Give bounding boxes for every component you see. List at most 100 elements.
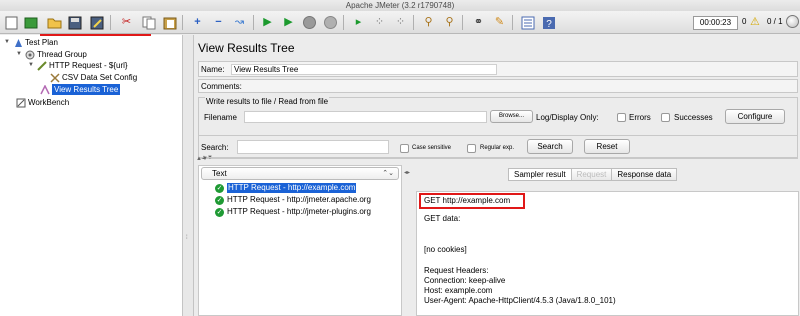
header-line: User-Agent: Apache-HttpClient/4.5.3 (Jav…: [424, 296, 616, 305]
page-title: View Results Tree: [198, 41, 295, 55]
tree-node-test-plan[interactable]: ▼ Test Plan: [4, 37, 58, 48]
search-label: Search:: [201, 143, 229, 152]
remote-start-icon[interactable]: ▸: [350, 14, 367, 31]
renderer-select[interactable]: Text ⌃⌄: [201, 167, 399, 180]
search-icon[interactable]: ⚭: [470, 14, 487, 31]
name-field[interactable]: [231, 64, 497, 75]
clear-all-icon[interactable]: ⚲: [441, 14, 458, 31]
errors-checkbox[interactable]: [617, 113, 626, 122]
remote-shutdown-icon[interactable]: ⁘: [392, 14, 409, 31]
case-sensitive-label: Case sensitive: [412, 145, 452, 151]
result-detail-panel: Sampler result Request Response data GET…: [412, 165, 799, 316]
tab-request[interactable]: Request: [570, 168, 613, 181]
window-title: Apache JMeter (3.2 r1790748): [0, 0, 800, 11]
toggle-icon[interactable]: ↝: [231, 14, 248, 31]
elapsed-timer: 00:00:23: [693, 16, 738, 30]
test-plan-tree: ▼ Test Plan ▼ Thread Group ▼ HTTP Reques…: [0, 35, 183, 316]
save-icon[interactable]: [66, 14, 83, 31]
tree-node-csv-data-set[interactable]: CSV Data Set Config: [50, 72, 137, 83]
thread-group-icon: [25, 50, 35, 60]
request-line: GET http://example.com: [424, 196, 511, 205]
cut-icon[interactable]: ✂: [118, 14, 135, 31]
warning-icon[interactable]: ⚠: [750, 16, 763, 28]
paste-icon[interactable]: [161, 14, 178, 31]
success-icon: ✓: [215, 195, 224, 205]
success-icon: ✓: [215, 183, 224, 193]
regex-checkbox[interactable]: [467, 144, 476, 153]
headers-label: Request Headers:: [424, 266, 489, 275]
comments-row[interactable]: Comments:: [198, 79, 798, 93]
tree-node-http-request[interactable]: ▼ HTTP Request - ${url}: [28, 60, 128, 71]
tab-response-data[interactable]: Response data: [611, 168, 678, 181]
results-list: Text ⌃⌄ ✓ HTTP Request - http://example.…: [198, 165, 402, 316]
save-as-icon[interactable]: [88, 14, 105, 31]
expanded-icon[interactable]: ▼: [16, 49, 23, 60]
expand-icon[interactable]: +: [189, 14, 206, 31]
collapse-icon[interactable]: −: [210, 14, 227, 31]
view-results-tree-panel: View Results Tree Name: Comments: Write …: [193, 35, 800, 316]
remote-stop-icon[interactable]: ⁘: [371, 14, 388, 31]
log-display-label: Log/Display Only:: [536, 113, 599, 122]
open-icon[interactable]: [46, 14, 63, 31]
search-button[interactable]: Search: [527, 139, 573, 154]
expanded-icon[interactable]: ▼: [28, 60, 35, 71]
sampler-icon: [37, 60, 47, 71]
listener-icon: [40, 84, 50, 95]
cookies-line: [no cookies]: [424, 245, 467, 254]
shutdown-icon[interactable]: [322, 14, 339, 31]
expanded-icon[interactable]: ▼: [4, 37, 11, 48]
name-row: Name:: [198, 61, 798, 77]
start-no-timers-icon[interactable]: ▶: [280, 14, 297, 31]
reset-button[interactable]: Reset: [584, 139, 630, 154]
list-item[interactable]: ✓ HTTP Request - http://jmeter-plugins.o…: [215, 207, 371, 217]
chevron-updown-icon: ⌃⌄: [382, 170, 394, 177]
successes-checkbox[interactable]: [661, 113, 670, 122]
templates-icon[interactable]: [22, 14, 39, 31]
function-helper-icon[interactable]: [519, 14, 536, 31]
list-item[interactable]: ✓ HTTP Request - http://jmeter.apache.or…: [215, 195, 371, 205]
svg-text:?: ?: [546, 19, 552, 30]
regex-label: Regular exp.: [480, 145, 515, 151]
tree-splitter[interactable]: ⁞: [183, 35, 193, 316]
errors-label: Errors: [629, 113, 651, 122]
search-input[interactable]: [237, 140, 389, 154]
configure-button[interactable]: Configure: [725, 109, 785, 124]
config-icon: [50, 72, 60, 83]
new-icon[interactable]: [3, 14, 20, 31]
results-splitter[interactable]: ◂▸: [402, 165, 412, 316]
remote-status-icon: [786, 15, 799, 28]
tree-node-thread-group[interactable]: ▼ Thread Group: [16, 49, 87, 60]
result-text-area[interactable]: GET http://example.com GET data: [no coo…: [416, 191, 799, 316]
comments-label: Comments:: [201, 82, 242, 91]
write-results-legend: Write results to file / Read from file: [205, 97, 330, 106]
list-item[interactable]: ✓ HTTP Request - http://example.com: [215, 183, 357, 193]
clear-icon[interactable]: ⚲: [420, 14, 437, 31]
reset-search-icon[interactable]: ✎: [491, 14, 508, 31]
result-tabs: Sampler result Request Response data: [508, 168, 678, 181]
active-threads: 0 / 1: [767, 17, 783, 26]
help-icon[interactable]: ?: [540, 14, 557, 31]
filename-label: Filename: [204, 113, 237, 122]
success-icon: ✓: [215, 207, 224, 217]
tree-node-workbench[interactable]: WorkBench: [16, 97, 69, 108]
filename-field[interactable]: [244, 111, 487, 123]
case-sensitive-checkbox[interactable]: [400, 144, 409, 153]
warning-count: 0: [742, 17, 747, 26]
test-plan-icon: [13, 38, 23, 48]
stop-icon[interactable]: [301, 14, 318, 31]
header-line: Connection: keep-alive: [424, 276, 506, 285]
browse-button[interactable]: Browse...: [490, 110, 533, 123]
copy-icon[interactable]: [140, 14, 157, 31]
tree-node-view-results-tree[interactable]: View Results Tree: [40, 84, 121, 95]
collapse-arrows-icon[interactable]: ▲▼: [196, 156, 208, 162]
successes-label: Successes: [674, 113, 713, 122]
header-line: Host: example.com: [424, 286, 493, 295]
get-data-line: GET data:: [424, 214, 461, 223]
tab-sampler-result[interactable]: Sampler result: [508, 168, 572, 181]
toolbar: ✂ + − ↝ ▶ ▶ ▸ ⁘ ⁘ ⚲ ⚲ ⚭ ✎ ? 00:00:23 0 ⚠…: [0, 11, 800, 34]
start-icon[interactable]: ▶: [259, 14, 276, 31]
renderer-value: Text: [212, 169, 227, 178]
search-bar: Search: Case sensitive Regular exp. Sear…: [198, 135, 798, 158]
highlight-underline: [40, 34, 151, 36]
name-label: Name:: [201, 65, 225, 74]
